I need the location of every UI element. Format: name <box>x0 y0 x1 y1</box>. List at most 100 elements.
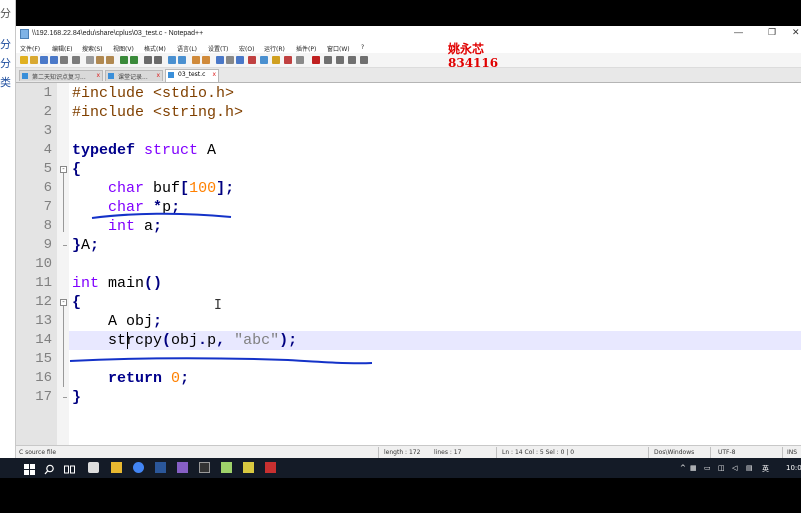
visual-studio-icon[interactable] <box>177 462 188 473</box>
clipboard-icon[interactable]: ▤ <box>746 464 753 472</box>
tray-chevron-icon[interactable]: ^ <box>680 464 686 472</box>
code-line[interactable]: char buf[100]; <box>72 179 234 198</box>
app-icon[interactable] <box>265 462 276 473</box>
tab-close-icon[interactable]: x <box>96 72 100 79</box>
word-icon[interactable] <box>155 462 166 473</box>
notepadpp-icon[interactable] <box>221 462 232 473</box>
code-line[interactable]: #include <string.h> <box>72 103 243 122</box>
minimize-button[interactable]: — <box>734 27 743 37</box>
volume-icon[interactable]: ◁ <box>732 464 737 472</box>
code-token: a <box>135 218 154 235</box>
doc-map-icon[interactable] <box>260 56 268 64</box>
find-icon[interactable] <box>144 56 152 64</box>
paste-icon[interactable] <box>106 56 114 64</box>
fold-toggle-icon[interactable]: - <box>60 166 67 173</box>
code-line[interactable]: char *p; <box>72 198 180 217</box>
function-list-icon[interactable] <box>272 56 280 64</box>
tab-close-icon[interactable]: x <box>156 72 160 79</box>
doc-lines: lines : 17 <box>434 449 462 456</box>
undo-icon[interactable] <box>120 56 128 64</box>
code-line[interactable]: int a; <box>72 217 162 236</box>
status-bar: C source file length : 172 lines : 17 Ln… <box>16 445 801 459</box>
menu-plugins[interactable]: 插件(P) <box>296 44 316 53</box>
menu-settings[interactable]: 设置(T) <box>208 44 228 53</box>
record-macro-icon[interactable] <box>312 56 320 64</box>
cut-icon[interactable] <box>86 56 94 64</box>
code-line[interactable]: { <box>72 293 81 312</box>
close-file-icon[interactable] <box>60 56 68 64</box>
fold-toggle-icon[interactable]: - <box>60 299 67 306</box>
folder-workspace-icon[interactable] <box>284 56 292 64</box>
zoom-in-icon[interactable] <box>168 56 176 64</box>
indent-guide-icon[interactable] <box>236 56 244 64</box>
network-icon[interactable]: ▦ <box>690 464 697 472</box>
redo-icon[interactable] <box>130 56 138 64</box>
windows-taskbar: ^ ▦ ▭ ◫ ◁ ▤ 英 10:0 <box>0 458 801 478</box>
udl-icon[interactable] <box>248 56 256 64</box>
clock[interactable]: 10:0 <box>786 464 801 472</box>
search-icon[interactable] <box>44 462 55 475</box>
ime-indicator[interactable]: 英 <box>762 464 769 474</box>
sync-scroll-h-icon[interactable] <box>202 56 210 64</box>
save-macro-icon[interactable] <box>360 56 368 64</box>
new-file-icon[interactable] <box>20 56 28 64</box>
display-icon[interactable]: ▭ <box>704 464 711 472</box>
menu-edit[interactable]: 编辑(E) <box>52 44 72 53</box>
app-icon[interactable] <box>243 462 254 473</box>
tab-close-icon[interactable]: x <box>212 71 216 78</box>
save-icon[interactable] <box>40 56 48 64</box>
code-line[interactable]: #include <stdio.h> <box>72 84 234 103</box>
code-token: ( <box>162 332 172 349</box>
tab-03-test-c[interactable]: 03_test.c x <box>165 69 219 82</box>
line-number: 4 <box>43 142 52 158</box>
replace-icon[interactable] <box>154 56 162 64</box>
code-line[interactable]: int main() <box>72 274 162 293</box>
menu-window[interactable]: 窗口(W) <box>327 44 350 53</box>
tab-class-notes[interactable]: 课堂记录... x <box>105 70 163 81</box>
menu-view[interactable]: 视图(V) <box>113 44 134 53</box>
show-all-chars-icon[interactable] <box>226 56 234 64</box>
code-token: int <box>72 275 100 292</box>
open-file-icon[interactable] <box>30 56 38 64</box>
terminal-icon[interactable] <box>199 462 210 473</box>
code-line[interactable]: }A; <box>72 236 99 255</box>
monitoring-icon[interactable] <box>296 56 304 64</box>
close-button[interactable]: ✕ <box>792 27 800 38</box>
tab-review[interactable]: 第二天知识点复习... x <box>19 70 103 81</box>
run-macro-multiple-icon[interactable] <box>348 56 356 64</box>
sync-scroll-icon[interactable] <box>192 56 200 64</box>
code-editor[interactable]: 1 2 3 4 5 6 7 8 9 10 11 12 13 14 15 16 17 #include <stdio… <box>16 83 801 445</box>
start-icon[interactable] <box>24 462 35 475</box>
menu-file[interactable]: 文件(F) <box>20 44 40 53</box>
line-number: 8 <box>43 218 52 234</box>
chrome-icon[interactable] <box>133 462 144 473</box>
code-line[interactable]: strcpy(obj.p, "abc"); <box>72 331 297 350</box>
word-wrap-icon[interactable] <box>216 56 224 64</box>
menu-help[interactable]: ? <box>361 44 364 51</box>
stop-macro-icon[interactable] <box>324 56 332 64</box>
title-bar[interactable]: \\192.168.22.84\edu\share\cplus\03_test.… <box>16 26 801 42</box>
app-icon[interactable] <box>88 462 99 473</box>
play-macro-icon[interactable] <box>336 56 344 64</box>
code-line[interactable]: return 0; <box>72 369 189 388</box>
code-token: char <box>108 180 145 197</box>
file-explorer-icon[interactable] <box>111 462 122 473</box>
code-line[interactable]: A obj; <box>72 312 162 331</box>
menu-language[interactable]: 语言(L) <box>177 44 197 53</box>
print-icon[interactable] <box>72 56 80 64</box>
toolbar <box>16 53 801 68</box>
save-all-icon[interactable] <box>50 56 58 64</box>
menu-macro[interactable]: 宏(O) <box>239 44 254 53</box>
menu-search[interactable]: 搜索(S) <box>82 44 103 53</box>
code-line[interactable]: } <box>72 388 81 407</box>
copy-icon[interactable] <box>96 56 104 64</box>
code-line[interactable]: { <box>72 160 81 179</box>
strip-char: 分 <box>0 38 11 51</box>
menu-format[interactable]: 格式(M) <box>144 44 166 53</box>
maximize-button[interactable]: ❐ <box>768 27 776 38</box>
menu-run[interactable]: 运行(R) <box>264 44 285 53</box>
zoom-out-icon[interactable] <box>178 56 186 64</box>
network-status-icon[interactable]: ◫ <box>718 464 725 472</box>
code-line[interactable]: typedef struct A <box>72 141 216 160</box>
task-view-icon[interactable] <box>64 462 75 474</box>
